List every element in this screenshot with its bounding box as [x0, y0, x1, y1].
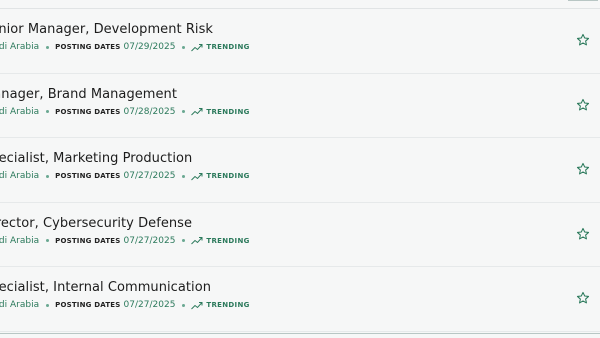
job-location: Saudi Arabia [0, 235, 40, 246]
trending-badge: TRENDING [206, 236, 250, 245]
separator-dot [182, 303, 186, 307]
trending-badge: TRENDING [206, 301, 250, 310]
separator-dot [46, 174, 50, 178]
job-row[interactable]: Director, Cybersecurity Defense Saudi Ar… [0, 203, 600, 268]
separator-dot [46, 110, 50, 114]
job-title-link[interactable]: Manager, Brand Management [0, 87, 177, 102]
star-outline-icon[interactable] [576, 162, 590, 176]
job-location: Saudi Arabia [0, 171, 40, 182]
job-location: Saudi Arabia [0, 42, 40, 52]
top-tab-edge [568, 0, 598, 1]
star-outline-icon[interactable] [576, 98, 590, 112]
job-meta: Saudi Arabia POSTING DATES 07/28/2025 TR… [0, 107, 250, 117]
job-row[interactable]: Senior Manager, Development Risk Saudi A… [0, 9, 600, 74]
job-title-link[interactable]: Specialist, Internal Communication [0, 280, 211, 295]
job-results-page: Senior Manager, Development Risk Saudi A… [0, 0, 600, 338]
trending-up-icon [191, 237, 203, 245]
job-location: Saudi Arabia [0, 106, 40, 117]
posting-date: 07/27/2025 [123, 235, 176, 246]
separator-dot [182, 174, 186, 178]
job-meta: Saudi Arabia POSTING DATES 07/27/2025 TR… [0, 300, 250, 310]
job-meta: Saudi Arabia POSTING DATES 07/27/2025 TR… [0, 236, 250, 246]
job-title-link[interactable]: Director, Cybersecurity Defense [0, 216, 192, 231]
job-title-link[interactable]: Specialist, Marketing Production [0, 151, 192, 166]
trending-up-icon [191, 43, 203, 51]
job-list: Senior Manager, Development Risk Saudi A… [0, 9, 600, 332]
trending-badge: TRENDING [206, 172, 250, 181]
job-row[interactable]: Specialist, Marketing Production Saudi A… [0, 138, 600, 203]
star-outline-icon[interactable] [576, 33, 590, 47]
bottom-divider [0, 333, 600, 334]
separator-dot [46, 303, 50, 307]
star-outline-icon[interactable] [576, 227, 590, 241]
trending-up-icon [191, 108, 203, 116]
job-location: Saudi Arabia [0, 300, 40, 311]
trending-up-icon [191, 172, 203, 181]
job-row[interactable]: Specialist, Internal Communication Saudi… [0, 267, 600, 332]
separator-dot [182, 110, 186, 114]
separator-dot [182, 45, 186, 49]
job-meta: Saudi Arabia POSTING DATES 07/29/2025 TR… [0, 42, 250, 52]
separator-dot [182, 239, 186, 243]
posting-dates-label: POSTING DATES [55, 172, 121, 181]
posting-dates-label: POSTING DATES [55, 236, 121, 245]
job-meta: Saudi Arabia POSTING DATES 07/27/2025 TR… [0, 171, 250, 181]
posting-date: 07/28/2025 [123, 106, 176, 117]
trending-badge: TRENDING [206, 107, 250, 116]
star-outline-icon[interactable] [576, 291, 590, 305]
posting-date: 07/29/2025 [123, 42, 176, 52]
posting-date: 07/27/2025 [123, 300, 176, 311]
trending-badge: TRENDING [206, 43, 250, 51]
posting-dates-label: POSTING DATES [55, 107, 121, 116]
posting-date: 07/27/2025 [123, 171, 176, 182]
posting-dates-label: POSTING DATES [55, 301, 121, 310]
separator-dot [46, 239, 50, 243]
trending-up-icon [191, 301, 203, 310]
posting-dates-label: POSTING DATES [55, 43, 121, 51]
separator-dot [46, 45, 50, 49]
job-row[interactable]: Manager, Brand Management Saudi Arabia P… [0, 74, 600, 139]
job-title-link[interactable]: Senior Manager, Development Risk [0, 22, 213, 37]
